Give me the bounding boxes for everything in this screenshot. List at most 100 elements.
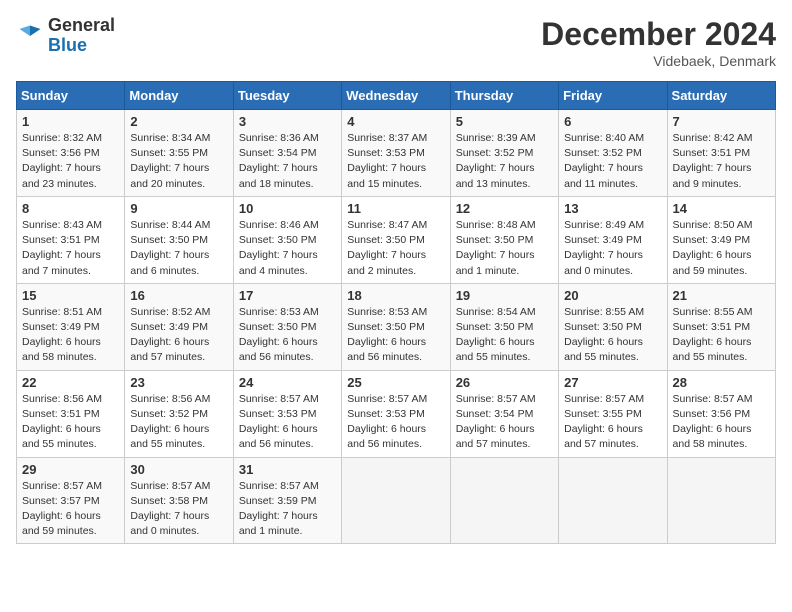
calendar-cell: 21 Sunrise: 8:55 AM Sunset: 3:51 PM Dayli… [667, 283, 775, 370]
col-friday: Friday [559, 82, 667, 110]
day-number: 30 [130, 462, 227, 477]
day-number: 17 [239, 288, 336, 303]
logo-text: General Blue [48, 16, 115, 56]
calendar-cell: 12 Sunrise: 8:48 AM Sunset: 3:50 PM Dayli… [450, 196, 558, 283]
day-info: Sunrise: 8:37 AM Sunset: 3:53 PM Dayligh… [347, 131, 444, 192]
calendar-cell: 2Sunrise: 8:34 AM Sunset: 3:55 PM Daylig… [125, 110, 233, 197]
calendar-cell [450, 457, 558, 544]
day-info: Sunrise: 8:50 AM Sunset: 3:49 PM Dayligh… [673, 218, 770, 279]
day-info: Sunrise: 8:42 AM Sunset: 3:51 PM Dayligh… [673, 131, 770, 192]
logo-icon [16, 22, 44, 50]
day-info: Sunrise: 8:39 AM Sunset: 3:52 PM Dayligh… [456, 131, 553, 192]
calendar-week-3: 15 Sunrise: 8:51 AM Sunset: 3:49 PM Dayli… [17, 283, 776, 370]
calendar-cell: 24 Sunrise: 8:57 AM Sunset: 3:53 PM Dayli… [233, 370, 341, 457]
calendar-header: Sunday Monday Tuesday Wednesday Thursday… [17, 82, 776, 110]
day-info: Sunrise: 8:52 AM Sunset: 3:49 PM Dayligh… [130, 305, 227, 366]
day-number: 15 [22, 288, 119, 303]
day-number: 25 [347, 375, 444, 390]
calendar-cell: 30 Sunrise: 8:57 AM Sunset: 3:58 PM Dayli… [125, 457, 233, 544]
day-info: Sunrise: 8:43 AM Sunset: 3:51 PM Dayligh… [22, 218, 119, 279]
location: Videbaek, Denmark [541, 53, 776, 69]
day-number: 8 [22, 201, 119, 216]
day-number: 20 [564, 288, 661, 303]
calendar-cell: 13 Sunrise: 8:49 AM Sunset: 3:49 PM Dayli… [559, 196, 667, 283]
day-info: Sunrise: 8:55 AM Sunset: 3:51 PM Dayligh… [673, 305, 770, 366]
day-number: 9 [130, 201, 227, 216]
day-number: 19 [456, 288, 553, 303]
day-number: 29 [22, 462, 119, 477]
calendar-cell: 23 Sunrise: 8:56 AM Sunset: 3:52 PM Dayli… [125, 370, 233, 457]
calendar-cell: 4Sunrise: 8:37 AM Sunset: 3:53 PM Daylig… [342, 110, 450, 197]
day-number: 14 [673, 201, 770, 216]
calendar-week-1: 1 Sunrise: 8:32 AM Sunset: 3:56 PM Daylig… [17, 110, 776, 197]
day-number: 7 [673, 114, 770, 129]
calendar-cell [342, 457, 450, 544]
calendar-cell: 22 Sunrise: 8:56 AM Sunset: 3:51 PM Dayli… [17, 370, 125, 457]
calendar-cell: 27 Sunrise: 8:57 AM Sunset: 3:55 PM Dayli… [559, 370, 667, 457]
day-info: Sunrise: 8:53 AM Sunset: 3:50 PM Dayligh… [239, 305, 336, 366]
calendar-cell: 28Sunrise: 8:57 AM Sunset: 3:56 PM Dayli… [667, 370, 775, 457]
day-info: Sunrise: 8:49 AM Sunset: 3:49 PM Dayligh… [564, 218, 661, 279]
day-number: 24 [239, 375, 336, 390]
day-info: Sunrise: 8:55 AM Sunset: 3:50 PM Dayligh… [564, 305, 661, 366]
calendar-cell: 29Sunrise: 8:57 AM Sunset: 3:57 PM Dayli… [17, 457, 125, 544]
calendar-cell: 6 Sunrise: 8:40 AM Sunset: 3:52 PM Daylig… [559, 110, 667, 197]
day-info: Sunrise: 8:48 AM Sunset: 3:50 PM Dayligh… [456, 218, 553, 279]
calendar-body: 1 Sunrise: 8:32 AM Sunset: 3:56 PM Daylig… [17, 110, 776, 544]
calendar-cell: 19 Sunrise: 8:54 AM Sunset: 3:50 PM Dayli… [450, 283, 558, 370]
day-number: 31 [239, 462, 336, 477]
col-tuesday: Tuesday [233, 82, 341, 110]
day-info: Sunrise: 8:57 AM Sunset: 3:53 PM Dayligh… [239, 392, 336, 453]
day-number: 10 [239, 201, 336, 216]
day-number: 26 [456, 375, 553, 390]
col-sunday: Sunday [17, 82, 125, 110]
day-info: Sunrise: 8:46 AM Sunset: 3:50 PM Dayligh… [239, 218, 336, 279]
calendar-cell: 3 Sunrise: 8:36 AM Sunset: 3:54 PM Daylig… [233, 110, 341, 197]
calendar-cell: 16 Sunrise: 8:52 AM Sunset: 3:49 PM Dayli… [125, 283, 233, 370]
col-saturday: Saturday [667, 82, 775, 110]
day-info: Sunrise: 8:32 AM Sunset: 3:56 PM Dayligh… [22, 131, 119, 192]
day-number: 16 [130, 288, 227, 303]
month-title: December 2024 [541, 16, 776, 53]
day-number: 21 [673, 288, 770, 303]
day-number: 28 [673, 375, 770, 390]
day-info: Sunrise: 8:47 AM Sunset: 3:50 PM Dayligh… [347, 218, 444, 279]
day-info: Sunrise: 8:56 AM Sunset: 3:52 PM Dayligh… [130, 392, 227, 453]
day-number: 1 [22, 114, 119, 129]
day-number: 27 [564, 375, 661, 390]
calendar-cell: 10 Sunrise: 8:46 AM Sunset: 3:50 PM Dayli… [233, 196, 341, 283]
day-number: 6 [564, 114, 661, 129]
page-header: General Blue December 2024 Videbaek, Den… [16, 16, 776, 69]
calendar-cell: 5 Sunrise: 8:39 AM Sunset: 3:52 PM Daylig… [450, 110, 558, 197]
day-info: Sunrise: 8:40 AM Sunset: 3:52 PM Dayligh… [564, 131, 661, 192]
day-info: Sunrise: 8:34 AM Sunset: 3:55 PM Dayligh… [130, 131, 227, 192]
day-number: 13 [564, 201, 661, 216]
day-number: 23 [130, 375, 227, 390]
col-thursday: Thursday [450, 82, 558, 110]
day-info: Sunrise: 8:57 AM Sunset: 3:55 PM Dayligh… [564, 392, 661, 453]
day-number: 3 [239, 114, 336, 129]
day-number: 22 [22, 375, 119, 390]
day-info: Sunrise: 8:53 AM Sunset: 3:50 PM Dayligh… [347, 305, 444, 366]
header-row: Sunday Monday Tuesday Wednesday Thursday… [17, 82, 776, 110]
day-info: Sunrise: 8:51 AM Sunset: 3:49 PM Dayligh… [22, 305, 119, 366]
day-info: Sunrise: 8:57 AM Sunset: 3:58 PM Dayligh… [130, 479, 227, 540]
calendar-cell: 11 Sunrise: 8:47 AM Sunset: 3:50 PM Dayli… [342, 196, 450, 283]
calendar-cell: 25 Sunrise: 8:57 AM Sunset: 3:53 PM Dayli… [342, 370, 450, 457]
day-number: 12 [456, 201, 553, 216]
calendar-cell: 7 Sunrise: 8:42 AM Sunset: 3:51 PM Daylig… [667, 110, 775, 197]
day-info: Sunrise: 8:54 AM Sunset: 3:50 PM Dayligh… [456, 305, 553, 366]
day-info: Sunrise: 8:44 AM Sunset: 3:50 PM Dayligh… [130, 218, 227, 279]
calendar-cell: 14 Sunrise: 8:50 AM Sunset: 3:49 PM Dayli… [667, 196, 775, 283]
day-number: 11 [347, 201, 444, 216]
calendar-cell: 9 Sunrise: 8:44 AM Sunset: 3:50 PM Daylig… [125, 196, 233, 283]
calendar-cell: 26 Sunrise: 8:57 AM Sunset: 3:54 PM Dayli… [450, 370, 558, 457]
day-info: Sunrise: 8:36 AM Sunset: 3:54 PM Dayligh… [239, 131, 336, 192]
day-number: 5 [456, 114, 553, 129]
calendar-table: Sunday Monday Tuesday Wednesday Thursday… [16, 81, 776, 544]
title-block: December 2024 Videbaek, Denmark [541, 16, 776, 69]
calendar-cell [667, 457, 775, 544]
day-info: Sunrise: 8:57 AM Sunset: 3:53 PM Dayligh… [347, 392, 444, 453]
day-info: Sunrise: 8:57 AM Sunset: 3:54 PM Dayligh… [456, 392, 553, 453]
day-info: Sunrise: 8:56 AM Sunset: 3:51 PM Dayligh… [22, 392, 119, 453]
